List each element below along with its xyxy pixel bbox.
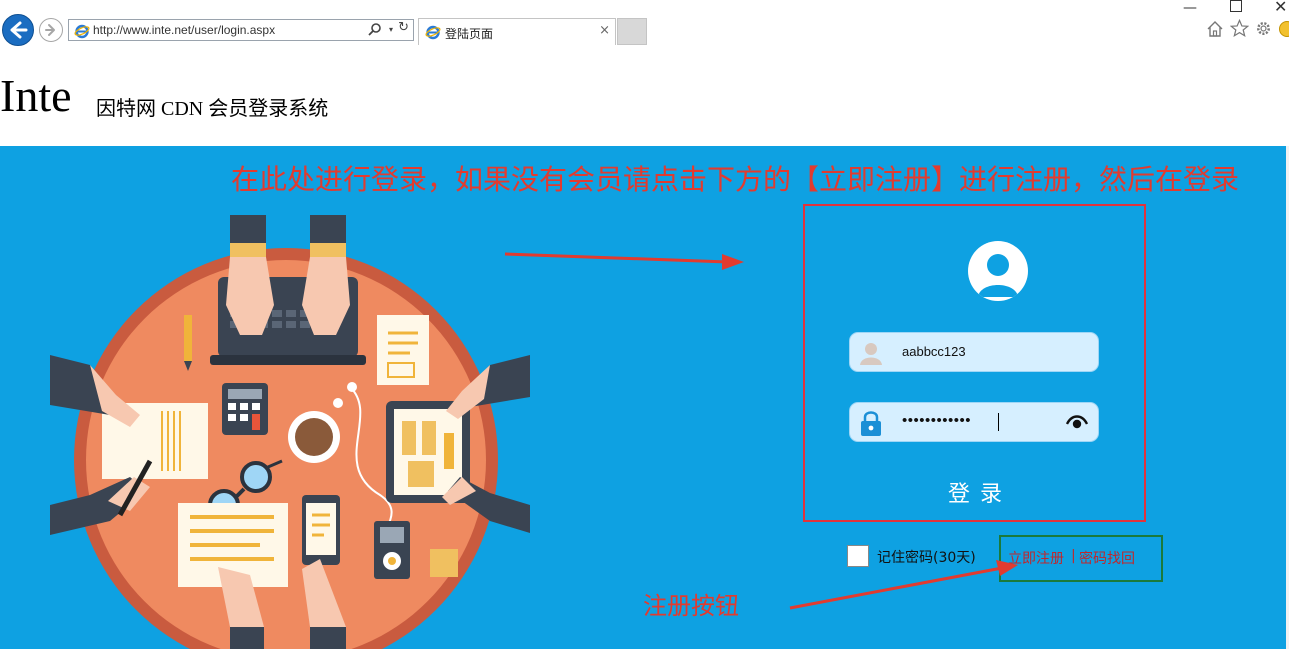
- site-logo: Inte: [0, 70, 72, 121]
- eye-icon[interactable]: [1066, 414, 1088, 430]
- maximize-button[interactable]: [1230, 0, 1242, 12]
- search-icon[interactable]: [367, 22, 383, 38]
- back-arrow-icon: [10, 21, 28, 39]
- user-icon: [860, 343, 882, 365]
- address-bar[interactable]: http://www.inte.net/user/login.aspx ▾ ↻: [68, 19, 414, 41]
- user-avatar-icon: [968, 241, 1028, 301]
- text-caret: [998, 413, 999, 431]
- remember-password-checkbox[interactable]: [847, 545, 869, 567]
- password-value[interactable]: ••••••••••••: [902, 412, 971, 429]
- refresh-icon[interactable]: ↻: [398, 20, 409, 35]
- tab-login-page[interactable]: 登陆页面 ×: [418, 18, 616, 45]
- forward-arrow-icon: [45, 24, 55, 36]
- recover-password-link[interactable]: 密码找回: [1079, 548, 1135, 568]
- document-icon: [377, 315, 429, 385]
- link-separator: |: [1071, 548, 1076, 564]
- minimize-button[interactable]: —: [1183, 0, 1197, 16]
- remember-password-label: 记住密码(30天): [877, 550, 976, 566]
- back-button[interactable]: [2, 14, 34, 46]
- close-window-button[interactable]: ✕: [1274, 0, 1287, 16]
- chevron-down-icon[interactable]: ▾: [389, 25, 393, 34]
- pencil-icon: [184, 315, 192, 361]
- lock-icon: [861, 411, 881, 436]
- username-input[interactable]: aabbcc123: [849, 332, 1099, 372]
- site-subtitle: 因特网 CDN 会员登录系统: [96, 98, 329, 120]
- home-icon[interactable]: [1206, 20, 1224, 38]
- ie-icon: [74, 24, 90, 39]
- username-value[interactable]: aabbcc123: [902, 344, 966, 359]
- new-tab-button[interactable]: [617, 18, 647, 45]
- register-button-annotation: 注册按钮: [643, 592, 739, 620]
- feedback-smiley-icon[interactable]: [1279, 21, 1289, 37]
- login-instruction-annotation: 在此处进行登录，如果没有会员请点击下方的【立即注册】进行注册，然后在登录: [231, 163, 1240, 196]
- sticky-note-icon: [430, 549, 458, 577]
- gear-icon[interactable]: [1254, 19, 1273, 38]
- team-meeting-illustration: [50, 215, 530, 649]
- favorites-star-icon[interactable]: [1230, 19, 1249, 38]
- tab-title: 登陆页面: [445, 27, 494, 41]
- forward-button[interactable]: [39, 18, 63, 42]
- browser-chrome: http://www.inte.net/user/login.aspx ▾ ↻ …: [0, 0, 1289, 46]
- login-button[interactable]: 登录: [925, 478, 1035, 512]
- login-form: aabbcc123 •••••••••••• 登录: [803, 204, 1146, 522]
- password-input[interactable]: ••••••••••••: [849, 402, 1099, 442]
- ie-tab-icon: [425, 25, 441, 40]
- register-link[interactable]: 立即注册: [1008, 548, 1064, 568]
- tab-close-icon[interactable]: ×: [599, 23, 610, 38]
- register-links-box: 立即注册 | 密码找回: [999, 535, 1163, 582]
- url-text[interactable]: http://www.inte.net/user/login.aspx: [93, 23, 275, 37]
